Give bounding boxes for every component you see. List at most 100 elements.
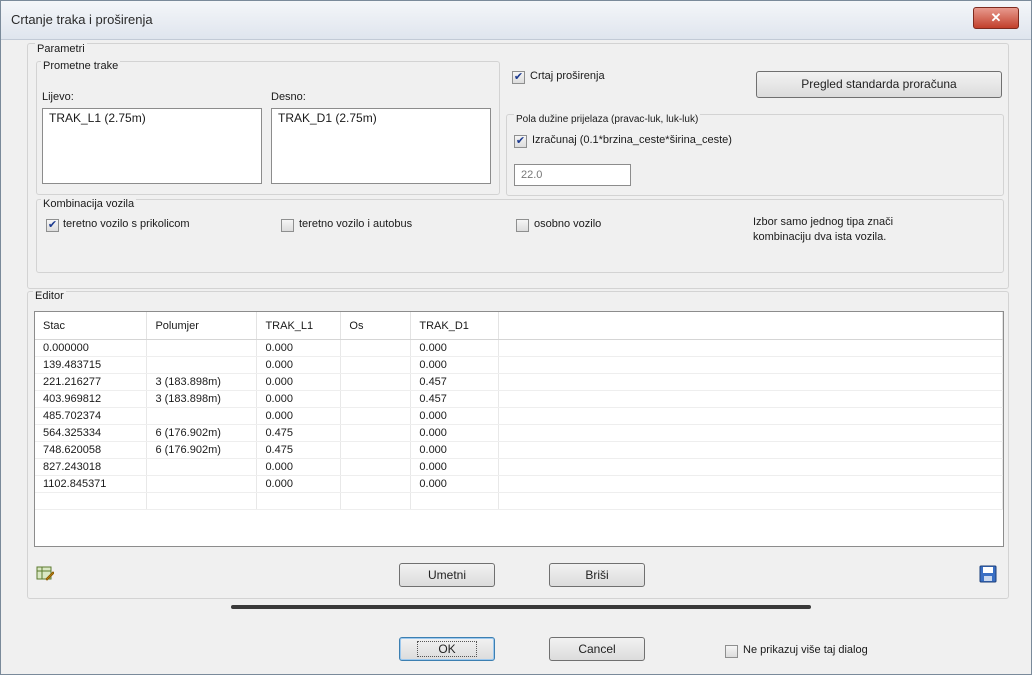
cell-trak-d1[interactable]: 0.457 xyxy=(410,390,500,408)
editor-table[interactable]: Stac Polumjer TRAK_L1 Os TRAK_D1 0.00000… xyxy=(34,311,1004,547)
pola-duzine-label: Pola dužine prijelaza (pravac-luk, luk-l… xyxy=(514,114,701,125)
cell-polumjer[interactable]: 6 (176.902m) xyxy=(146,424,258,442)
kombinacija-vozila-label: Kombinacija vozila xyxy=(41,198,137,210)
teretno-autobus-label: teretno vozilo i autobus xyxy=(299,218,413,230)
cell-stac[interactable]: 827.243018 xyxy=(35,458,148,476)
parametri-group-label: Parametri xyxy=(35,43,87,55)
desno-item[interactable]: TRAK_D1 (2.75m) xyxy=(278,111,484,125)
progress-separator xyxy=(231,605,811,609)
teretno-autobus-checkbox[interactable] xyxy=(281,219,294,232)
cell-trak-l1[interactable]: 0.000 xyxy=(256,475,342,493)
cell-trak-l1[interactable]: 0.000 xyxy=(256,373,342,391)
column-header-polumjer[interactable]: Polumjer xyxy=(146,312,258,340)
cell-stac[interactable]: 403.969812 xyxy=(35,390,148,408)
edit-table-icon[interactable] xyxy=(36,564,55,582)
crtaj-prosirenja-checkbox[interactable]: ✔ xyxy=(512,71,525,84)
ne-prikazuj-checkbox[interactable] xyxy=(725,645,738,658)
column-header-trak-d1[interactable]: TRAK_D1 xyxy=(410,312,500,340)
cell-trak-d1[interactable]: 0.000 xyxy=(410,356,500,374)
cell-os[interactable] xyxy=(340,339,412,357)
cell-polumjer[interactable]: 3 (183.898m) xyxy=(146,373,258,391)
cell-filler xyxy=(498,373,1003,391)
cell-empty[interactable] xyxy=(410,492,500,510)
cell-polumjer[interactable] xyxy=(146,356,258,374)
cell-os[interactable] xyxy=(340,373,412,391)
cell-os[interactable] xyxy=(340,475,412,493)
cell-trak-l1[interactable]: 0.000 xyxy=(256,407,342,425)
table-row[interactable]: 0.000000 0.000 0.000 xyxy=(35,339,1003,357)
table-row[interactable]: 564.325334 6 (176.902m) 0.475 0.000 xyxy=(35,424,1003,442)
pregled-standarda-button[interactable]: Pregled standarda proračuna xyxy=(756,71,1002,98)
save-icon[interactable] xyxy=(979,565,997,583)
cell-os[interactable] xyxy=(340,441,412,459)
table-row[interactable]: 221.216277 3 (183.898m) 0.000 0.457 xyxy=(35,373,1003,391)
cell-stac[interactable]: 748.620058 xyxy=(35,441,148,459)
table-row-empty[interactable] xyxy=(35,492,1003,510)
cell-trak-l1[interactable]: 0.475 xyxy=(256,441,342,459)
cell-polumjer[interactable] xyxy=(146,339,258,357)
cell-stac[interactable]: 139.483715 xyxy=(35,356,148,374)
lijevo-listbox[interactable]: TRAK_L1 (2.75m) xyxy=(42,108,262,184)
cell-stac[interactable]: 564.325334 xyxy=(35,424,148,442)
cell-trak-d1[interactable]: 0.000 xyxy=(410,458,500,476)
table-row[interactable]: 485.702374 0.000 0.000 xyxy=(35,407,1003,425)
cell-polumjer[interactable]: 3 (183.898m) xyxy=(146,390,258,408)
cell-os[interactable] xyxy=(340,356,412,374)
cell-empty[interactable] xyxy=(146,492,258,510)
cell-stac[interactable]: 0.000000 xyxy=(35,339,148,357)
cell-os[interactable] xyxy=(340,458,412,476)
cell-polumjer[interactable] xyxy=(146,407,258,425)
title-bar: Crtanje traka i proširenja ✕ xyxy=(1,1,1031,40)
cell-trak-l1[interactable]: 0.000 xyxy=(256,458,342,476)
teretno-prikolica-checkbox[interactable]: ✔ xyxy=(46,219,59,232)
table-row[interactable]: 139.483715 0.000 0.000 xyxy=(35,356,1003,374)
crtaj-prosirenja-label: Crtaj proširenja xyxy=(530,70,605,82)
cell-trak-l1[interactable]: 0.000 xyxy=(256,356,342,374)
close-button[interactable]: ✕ xyxy=(973,7,1019,29)
cell-trak-d1[interactable]: 0.000 xyxy=(410,424,500,442)
cell-trak-l1[interactable]: 0.000 xyxy=(256,390,342,408)
brisi-button[interactable]: Briši xyxy=(549,563,645,587)
cell-empty[interactable] xyxy=(35,492,148,510)
cell-stac[interactable]: 221.216277 xyxy=(35,373,148,391)
cell-trak-d1[interactable]: 0.000 xyxy=(410,339,500,357)
cell-os[interactable] xyxy=(340,424,412,442)
desno-listbox[interactable]: TRAK_D1 (2.75m) xyxy=(271,108,491,184)
cell-polumjer[interactable] xyxy=(146,475,258,493)
cell-trak-l1[interactable]: 0.000 xyxy=(256,339,342,357)
osobno-vozilo-label: osobno vozilo xyxy=(534,218,602,230)
cell-stac[interactable]: 1102.845371 xyxy=(35,475,148,493)
cell-filler xyxy=(498,424,1003,442)
column-header-trak-l1[interactable]: TRAK_L1 xyxy=(256,312,342,340)
cancel-button[interactable]: Cancel xyxy=(549,637,645,661)
cell-polumjer[interactable] xyxy=(146,458,258,476)
cell-empty[interactable] xyxy=(340,492,412,510)
cell-filler xyxy=(498,441,1003,459)
cell-trak-d1[interactable]: 0.000 xyxy=(410,475,500,493)
table-row[interactable]: 1102.845371 0.000 0.000 xyxy=(35,475,1003,493)
izracunaj-checkbox[interactable]: ✔ xyxy=(514,135,527,148)
cell-trak-l1[interactable]: 0.475 xyxy=(256,424,342,442)
umetni-button[interactable]: Umetni xyxy=(399,563,495,587)
cell-trak-d1[interactable]: 0.457 xyxy=(410,373,500,391)
osobno-vozilo-checkbox[interactable] xyxy=(516,219,529,232)
column-header-os[interactable]: Os xyxy=(340,312,412,340)
cell-trak-d1[interactable]: 0.000 xyxy=(410,407,500,425)
cell-os[interactable] xyxy=(340,390,412,408)
cell-trak-d1[interactable]: 0.000 xyxy=(410,441,500,459)
cell-stac[interactable]: 485.702374 xyxy=(35,407,148,425)
cell-empty[interactable] xyxy=(256,492,342,510)
cell-filler xyxy=(498,492,1003,510)
cell-polumjer[interactable]: 6 (176.902m) xyxy=(146,441,258,459)
cell-os[interactable] xyxy=(340,407,412,425)
table-header-row: Stac Polumjer TRAK_L1 Os TRAK_D1 xyxy=(35,312,1003,340)
teretno-prikolica-label: teretno vozilo s prikolicom xyxy=(63,218,190,230)
table-row[interactable]: 748.620058 6 (176.902m) 0.475 0.000 xyxy=(35,441,1003,459)
ok-button[interactable]: OK xyxy=(399,637,495,661)
pola-duzine-input[interactable]: 22.0 xyxy=(514,164,631,186)
table-row[interactable]: 403.969812 3 (183.898m) 0.000 0.457 xyxy=(35,390,1003,408)
table-row[interactable]: 827.243018 0.000 0.000 xyxy=(35,458,1003,476)
column-header-stac[interactable]: Stac xyxy=(35,312,148,340)
lijevo-item[interactable]: TRAK_L1 (2.75m) xyxy=(49,111,255,125)
desno-label: Desno: xyxy=(271,91,306,103)
